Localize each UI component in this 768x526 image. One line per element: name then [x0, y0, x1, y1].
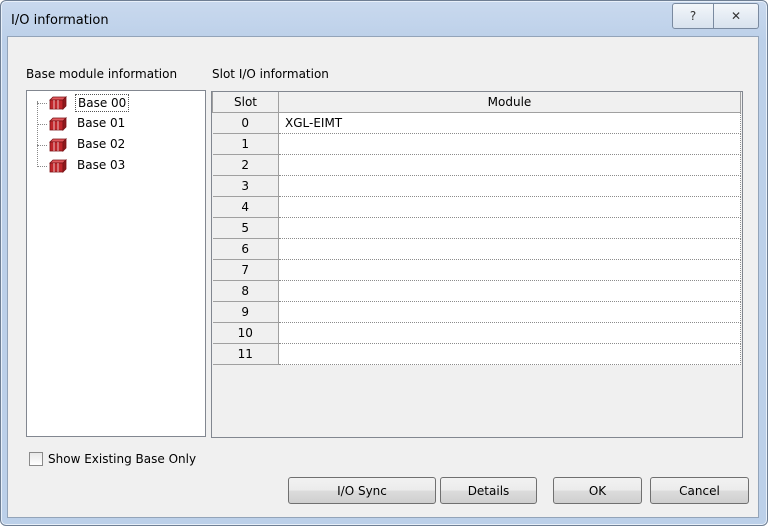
base-module-icon: [49, 96, 67, 110]
slot-cell: 10: [212, 322, 279, 344]
slot-cell: 9: [212, 301, 279, 323]
tree-item-label: Base 00: [75, 94, 130, 112]
slot-cell: 4: [212, 196, 279, 218]
table-row[interactable]: 1: [212, 133, 741, 155]
slot-info-label: Slot I/O information: [212, 67, 329, 81]
title-bar: I/O information ? ✕: [1, 1, 767, 37]
slot-cell: 6: [212, 238, 279, 260]
base-module-icon: [49, 138, 67, 152]
help-button[interactable]: ?: [672, 3, 714, 29]
table-row[interactable]: 8: [212, 280, 741, 302]
module-cell[interactable]: [278, 301, 741, 323]
column-header-slot[interactable]: Slot: [212, 92, 279, 113]
table-row[interactable]: 4: [212, 196, 741, 218]
cancel-label: Cancel: [679, 483, 720, 498]
tree-connector: [37, 145, 47, 146]
column-header-module[interactable]: Module: [278, 92, 741, 113]
tree-connector: [37, 166, 47, 167]
tree-connector: [37, 124, 47, 125]
io-sync-button[interactable]: I/O Sync: [288, 477, 436, 504]
details-label: Details: [467, 483, 510, 498]
table-row[interactable]: 3: [212, 175, 741, 197]
base-module-icon: [49, 117, 67, 131]
base-tree[interactable]: Base 00 Base 01 Base 02 Base 03: [26, 90, 206, 437]
caption-buttons: ? ✕: [672, 3, 759, 29]
slot-cell: 7: [212, 259, 279, 281]
module-cell[interactable]: [278, 196, 741, 218]
details-button[interactable]: Details: [440, 477, 537, 504]
show-existing-option[interactable]: Show Existing Base Only: [29, 452, 196, 466]
base-module-icon: [49, 159, 67, 173]
table-row[interactable]: 10: [212, 322, 741, 344]
tree-item-label: Base 03: [77, 158, 126, 172]
module-cell[interactable]: [278, 175, 741, 197]
slot-table: Slot Module 0 XGL-EIMT 1 2 3 4 5 6 7 8 9 10 11: [212, 92, 741, 365]
slot-cell: 11: [212, 343, 279, 365]
table-row[interactable]: 6: [212, 238, 741, 260]
tree-item-base[interactable]: Base 02: [27, 135, 197, 155]
module-cell[interactable]: [278, 133, 741, 155]
base-info-label: Base module information: [26, 67, 178, 81]
help-icon: ?: [689, 9, 697, 23]
window-title: I/O information: [11, 13, 109, 28]
ok-button[interactable]: OK: [553, 477, 642, 504]
slot-cell: 2: [212, 154, 279, 176]
io-sync-label: I/O Sync: [337, 483, 387, 498]
show-existing-checkbox[interactable]: [29, 452, 43, 466]
slot-cell: 3: [212, 175, 279, 197]
show-existing-label: Show Existing Base Only: [48, 452, 197, 466]
module-cell[interactable]: [278, 343, 741, 365]
slot-cell: 0: [212, 112, 279, 134]
module-cell[interactable]: [278, 238, 741, 260]
table-row[interactable]: 5: [212, 217, 741, 239]
ok-label: OK: [588, 483, 607, 498]
module-cell[interactable]: XGL-EIMT: [278, 112, 741, 134]
tree-item-base[interactable]: Base 00: [27, 93, 197, 113]
cancel-button[interactable]: Cancel: [650, 477, 749, 504]
tree-item-label: Base 02: [77, 137, 126, 151]
table-row[interactable]: 11: [212, 343, 741, 365]
table-row[interactable]: 9: [212, 301, 741, 323]
module-cell[interactable]: [278, 280, 741, 302]
table-row[interactable]: 7: [212, 259, 741, 281]
slot-cell: 5: [212, 217, 279, 239]
slot-cell: 1: [212, 133, 279, 155]
close-icon: ✕: [730, 9, 742, 23]
module-cell[interactable]: [278, 154, 741, 176]
tree-item-base[interactable]: Base 01: [27, 114, 197, 134]
table-row[interactable]: 0 XGL-EIMT: [212, 112, 741, 134]
module-cell[interactable]: [278, 322, 741, 344]
slot-cell: 8: [212, 280, 279, 302]
tree-item-label: Base 01: [77, 116, 126, 130]
close-button[interactable]: ✕: [714, 3, 759, 29]
module-cell[interactable]: [278, 259, 741, 281]
tree-item-base[interactable]: Base 03: [27, 156, 197, 176]
module-cell[interactable]: [278, 217, 741, 239]
slot-grid[interactable]: Slot Module 0 XGL-EIMT 1 2 3 4 5 6 7 8 9 10 11: [211, 91, 743, 438]
table-row[interactable]: 2: [212, 154, 741, 176]
tree-connector: [37, 103, 47, 104]
